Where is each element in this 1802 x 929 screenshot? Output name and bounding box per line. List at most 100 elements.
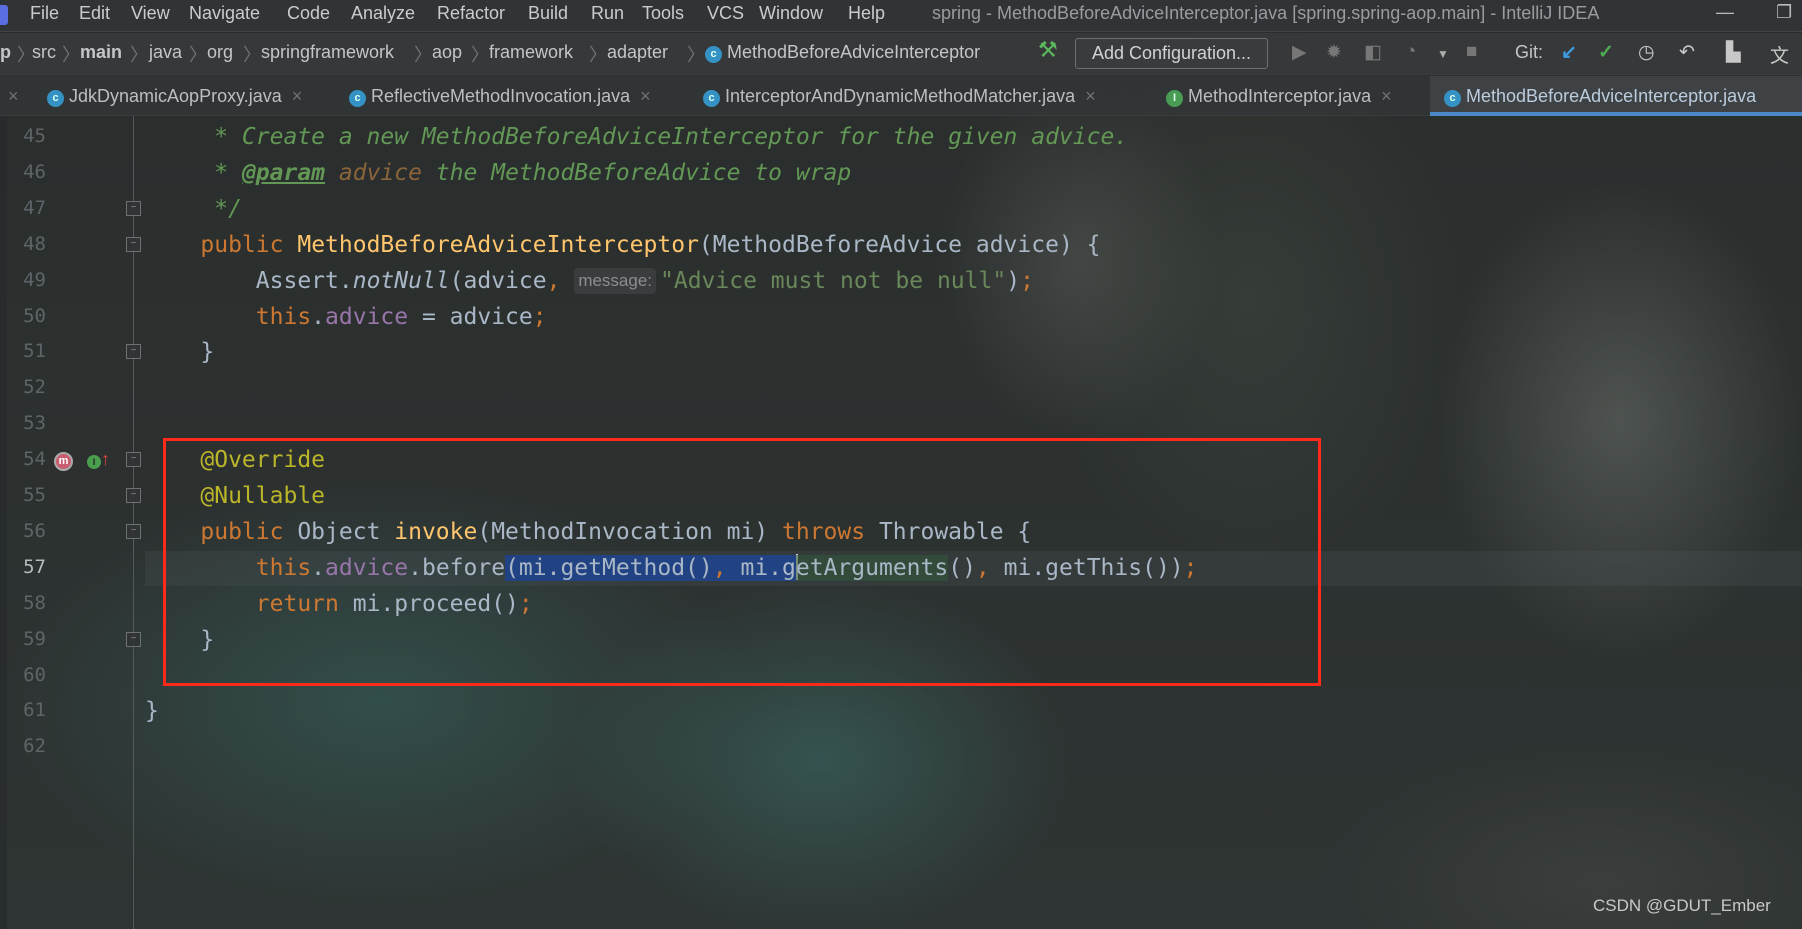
menu-edit[interactable]: Edit — [79, 3, 110, 24]
tab-jdkdynamicaopproxy[interactable]: c JdkDynamicAopProxy.java × — [47, 76, 302, 116]
breadcrumb-org[interactable]: org — [207, 42, 233, 63]
hammer-icon[interactable]: ⚒ — [1038, 37, 1058, 63]
line-number[interactable]: 48 — [14, 233, 46, 255]
code-line[interactable]: Assert.notNull(advice, message: "Advice m… — [145, 263, 1034, 299]
restore-button[interactable]: ❐ — [1776, 2, 1792, 23]
tab-methodinterceptor[interactable]: I MethodInterceptor.java × — [1166, 76, 1392, 116]
coverage-icon[interactable]: ◧ — [1364, 41, 1382, 64]
code-token: @param — [241, 159, 326, 186]
editor-tabs: × c JdkDynamicAopProxy.java × c Reflectiv… — [0, 76, 1802, 116]
breadcrumb-springframework[interactable]: springframework — [261, 42, 394, 63]
add-configuration-button[interactable]: Add Configuration... — [1075, 38, 1268, 69]
line-number[interactable]: 45 — [14, 125, 46, 147]
breadcrumb-module[interactable]: p — [0, 42, 11, 63]
fold-toggle-icon[interactable]: − — [126, 523, 141, 539]
line-number[interactable]: 60 — [14, 664, 46, 686]
line-number[interactable]: 47 — [14, 197, 46, 219]
close-icon[interactable]: × — [1085, 86, 1096, 106]
line-number[interactable]: 54 — [14, 448, 46, 470]
line-number[interactable]: 52 — [14, 376, 46, 398]
tab-label: MethodBeforeAdviceInterceptor.java — [1466, 86, 1757, 106]
close-icon[interactable]: × — [1381, 86, 1392, 106]
fold-toggle-icon[interactable]: − — [126, 344, 141, 360]
history-icon[interactable]: ◷ — [1638, 41, 1655, 64]
git-update-icon[interactable]: ↙ — [1561, 41, 1577, 64]
code-line[interactable]: * @param advice the MethodBeforeAdvice t… — [145, 155, 851, 191]
code-line[interactable]: */ — [145, 191, 242, 227]
fold-toggle-icon[interactable]: − — [126, 452, 141, 468]
menu-code[interactable]: Code — [287, 3, 330, 24]
line-number[interactable]: 53 — [14, 412, 46, 434]
breadcrumb-adapter[interactable]: adapter — [607, 42, 668, 63]
code-token: public — [200, 231, 284, 258]
tab-reflectivemethodinvocation[interactable]: c ReflectiveMethodInvocation.java × — [349, 76, 651, 116]
menu-vcs[interactable]: VCS — [707, 3, 744, 24]
code-line[interactable]: * Create a new MethodBeforeAdviceInterce… — [145, 119, 1128, 155]
line-number[interactable]: 58 — [14, 592, 46, 614]
tab-methodbeforeadviceinterceptor[interactable]: c MethodBeforeAdviceInterceptor.java — [1430, 76, 1802, 116]
close-icon[interactable]: × — [640, 86, 651, 106]
menu-build[interactable]: Build — [528, 3, 568, 24]
code-token: (advice — [449, 267, 547, 294]
line-number[interactable]: 51 — [14, 340, 46, 362]
menu-tools[interactable]: Tools — [642, 3, 684, 24]
project-structure-icon[interactable]: ▙ — [1726, 41, 1741, 64]
menu-navigate[interactable]: Navigate — [189, 3, 260, 24]
minimize-button[interactable]: — — [1716, 2, 1734, 23]
breadcrumb-aop[interactable]: aop — [432, 42, 462, 63]
menu-view[interactable]: View — [131, 3, 170, 24]
fold-toggle-icon[interactable]: − — [126, 631, 141, 647]
close-icon[interactable]: × — [8, 86, 19, 106]
code-token: = advice — [408, 303, 533, 330]
profile-icon[interactable]: ◔ — [1405, 41, 1416, 63]
tab-label: InterceptorAndDynamicMethodMatcher.java — [725, 86, 1076, 106]
breadcrumb-main[interactable]: main — [80, 42, 122, 63]
breadcrumb-src[interactable]: src — [32, 42, 56, 63]
fold-toggle-icon[interactable]: − — [126, 200, 141, 216]
menu-run[interactable]: Run — [591, 3, 624, 24]
code-token: advice — [325, 303, 409, 330]
breadcrumb-java[interactable]: java — [149, 42, 182, 63]
line-number[interactable]: 55 — [14, 484, 46, 506]
line-number[interactable]: 50 — [14, 305, 46, 327]
code-token: . — [311, 303, 326, 330]
menu-window[interactable]: Window — [759, 3, 823, 24]
code-line[interactable]: public MethodBeforeAdviceInterceptor(Met… — [145, 227, 1100, 263]
menu-refactor[interactable]: Refactor — [437, 3, 505, 24]
menu-help[interactable]: Help — [848, 3, 885, 24]
translate-icon[interactable]: 文 — [1770, 41, 1789, 68]
fold-toggle-icon[interactable]: − — [126, 488, 141, 503]
tab-interceptoranddynamicmethodmatcher[interactable]: c InterceptorAndDynamicMethodMatcher.jav… — [703, 76, 1096, 116]
breadcrumb-separator: 〉 — [414, 45, 432, 65]
code-token: ; — [1020, 267, 1034, 294]
line-number[interactable]: 46 — [14, 161, 46, 183]
run-icon[interactable]: ▶ — [1292, 41, 1307, 64]
implements-interface-icon[interactable]: I — [87, 455, 101, 469]
menu-analyze[interactable]: Analyze — [351, 3, 415, 24]
line-number[interactable]: 61 — [14, 699, 46, 721]
breadcrumb-framework[interactable]: framework — [489, 42, 573, 63]
close-icon[interactable]: × — [292, 86, 303, 106]
debug-icon[interactable]: ✹ — [1326, 41, 1342, 64]
code-line[interactable]: } — [145, 693, 159, 729]
breadcrumb-class[interactable]: c MethodBeforeAdviceInterceptor — [705, 42, 980, 63]
line-number[interactable]: 57 — [14, 556, 46, 578]
line-number[interactable]: 56 — [14, 520, 46, 542]
breadcrumb-class-label: MethodBeforeAdviceInterceptor — [727, 42, 981, 62]
tab-hidden[interactable]: × — [0, 76, 24, 116]
breadcrumb-separator: 〉 — [687, 45, 705, 65]
code-line[interactable]: } — [145, 334, 214, 370]
code-token: } — [145, 698, 159, 725]
git-commit-icon[interactable]: ✓ — [1598, 41, 1614, 64]
overrides-method-icon[interactable]: m — [54, 452, 73, 471]
code-line[interactable]: this.advice = advice; — [145, 299, 547, 335]
tab-label: ReflectiveMethodInvocation.java — [371, 86, 631, 106]
line-number[interactable]: 59 — [14, 628, 46, 650]
chevron-down-icon[interactable]: ▼ — [1437, 47, 1449, 61]
rollback-icon[interactable]: ↶ — [1679, 41, 1695, 64]
menu-file[interactable]: File — [30, 3, 59, 24]
line-number[interactable]: 49 — [14, 269, 46, 291]
line-number[interactable]: 62 — [14, 735, 46, 757]
fold-toggle-icon[interactable]: − — [126, 236, 141, 252]
stop-icon[interactable]: ■ — [1466, 41, 1477, 63]
